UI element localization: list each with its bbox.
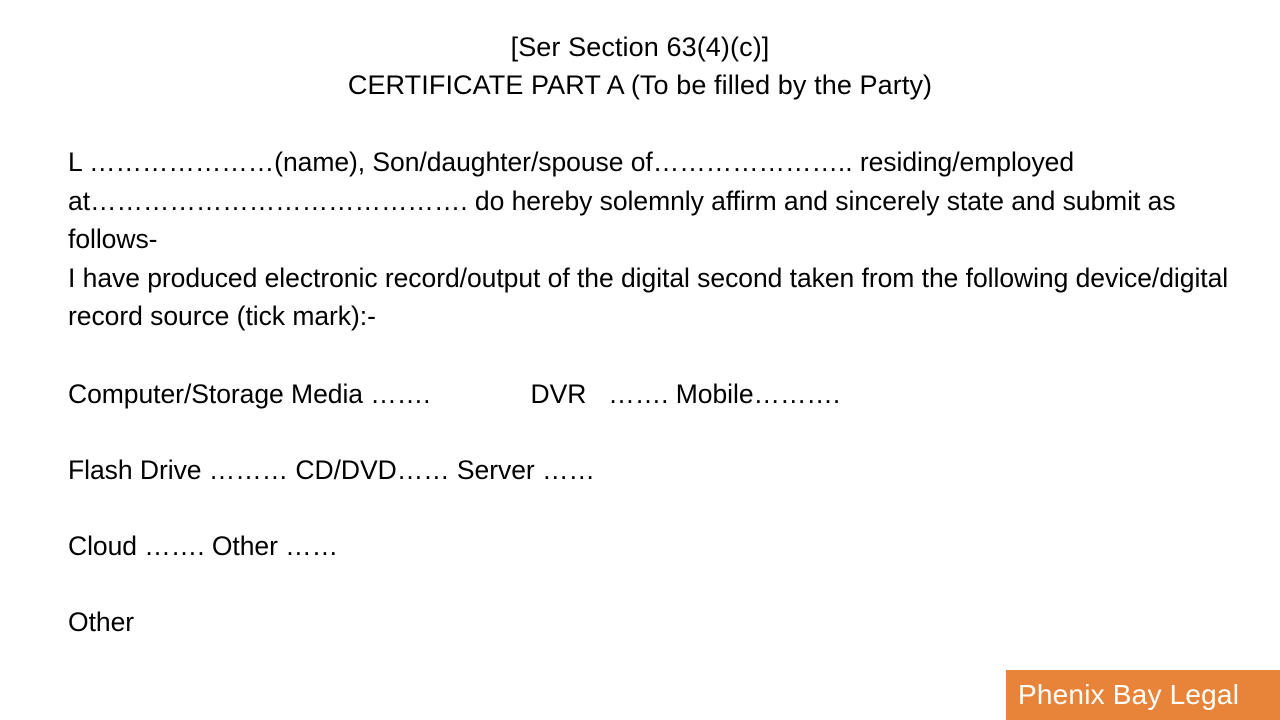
- footer-brand-badge: Phenix Bay Legal: [1006, 670, 1280, 720]
- option-row-computer-dvr-mobile: Computer/Storage Media ……. DVR ……. Mobile…: [68, 375, 1236, 451]
- affirmation-paragraph-text: L …………………(name), Son/daughter/spouse of……: [68, 147, 1183, 254]
- produced-record-paragraph: I have produced electronic record/output…: [68, 259, 1236, 336]
- option-label-flash-drive-cd-server: Flash Drive ……… CD/DVD…… Server ……: [68, 455, 595, 485]
- device-source-options: Computer/Storage Media ……. DVR ……. Mobile…: [68, 375, 1236, 642]
- footer-brand-label: Phenix Bay Legal: [1018, 679, 1240, 710]
- slide-body: L …………………(name), Son/daughter/spouse of……: [68, 143, 1236, 336]
- option-label-cloud-other: Cloud ……. Other ……: [68, 531, 339, 561]
- slide-canvas: [Ser Section 63(4)(c)] CERTIFICATE PART …: [0, 0, 1280, 720]
- produced-record-paragraph-text: I have produced electronic record/output…: [68, 262, 1236, 332]
- title-line-certificate-heading: CERTIFICATE PART A (To be filled by the …: [347, 70, 933, 100]
- affirmation-paragraph: L …………………(name), Son/daughter/spouse of……: [68, 143, 1236, 259]
- slide-title: [Ser Section 63(4)(c)] CERTIFICATE PART …: [0, 28, 1280, 104]
- option-label-computer-storage-media: Computer/Storage Media …….: [68, 379, 431, 409]
- option-row-flash-cd-server: Flash Drive ……… CD/DVD…… Server ……: [68, 451, 1236, 527]
- option-row-other: Other: [68, 603, 1236, 642]
- option-label-dvr-mobile: DVR ……. Mobile……….: [530, 379, 841, 409]
- option-label-other: Other: [68, 607, 135, 637]
- option-row-cloud-other: Cloud ……. Other ……: [68, 527, 1236, 603]
- title-line-statute-reference: [Ser Section 63(4)(c)]: [510, 32, 770, 62]
